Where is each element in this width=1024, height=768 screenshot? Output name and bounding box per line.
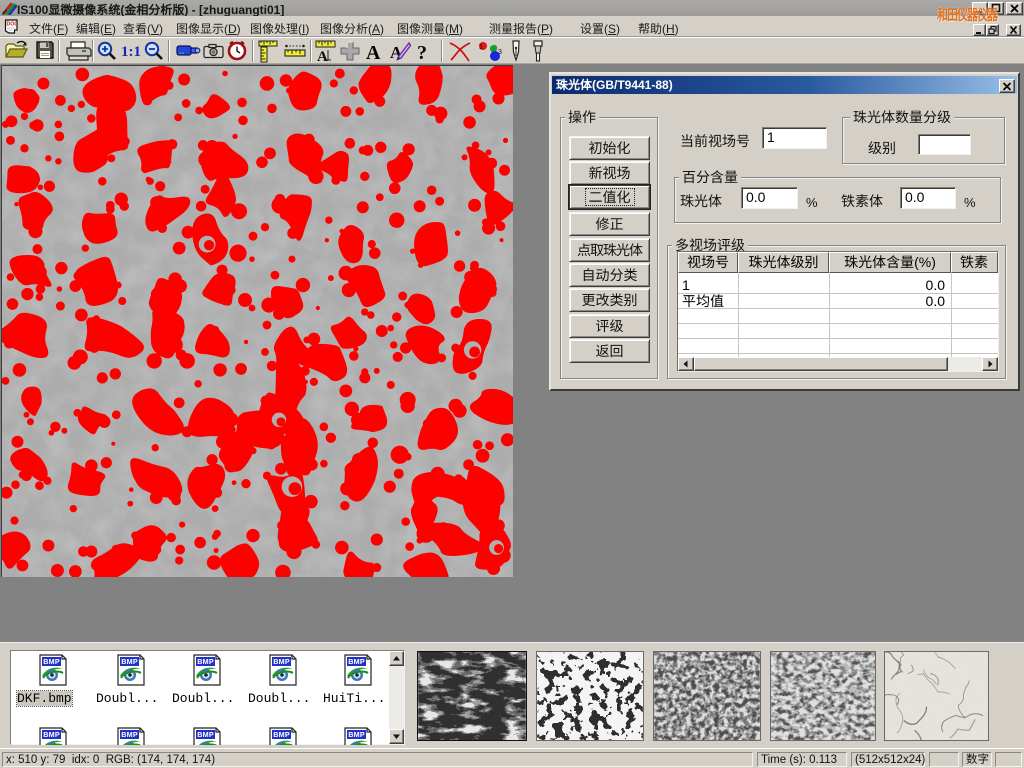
svg-text:1: 1 xyxy=(479,44,483,51)
svg-text:A: A xyxy=(317,49,328,64)
svg-text:A: A xyxy=(366,42,381,64)
svg-text:3: 3 xyxy=(498,49,502,56)
svg-text:DOC: DOC xyxy=(7,22,19,28)
svg-text:1:1: 1:1 xyxy=(121,44,141,60)
svg-text:?: ? xyxy=(417,42,427,64)
